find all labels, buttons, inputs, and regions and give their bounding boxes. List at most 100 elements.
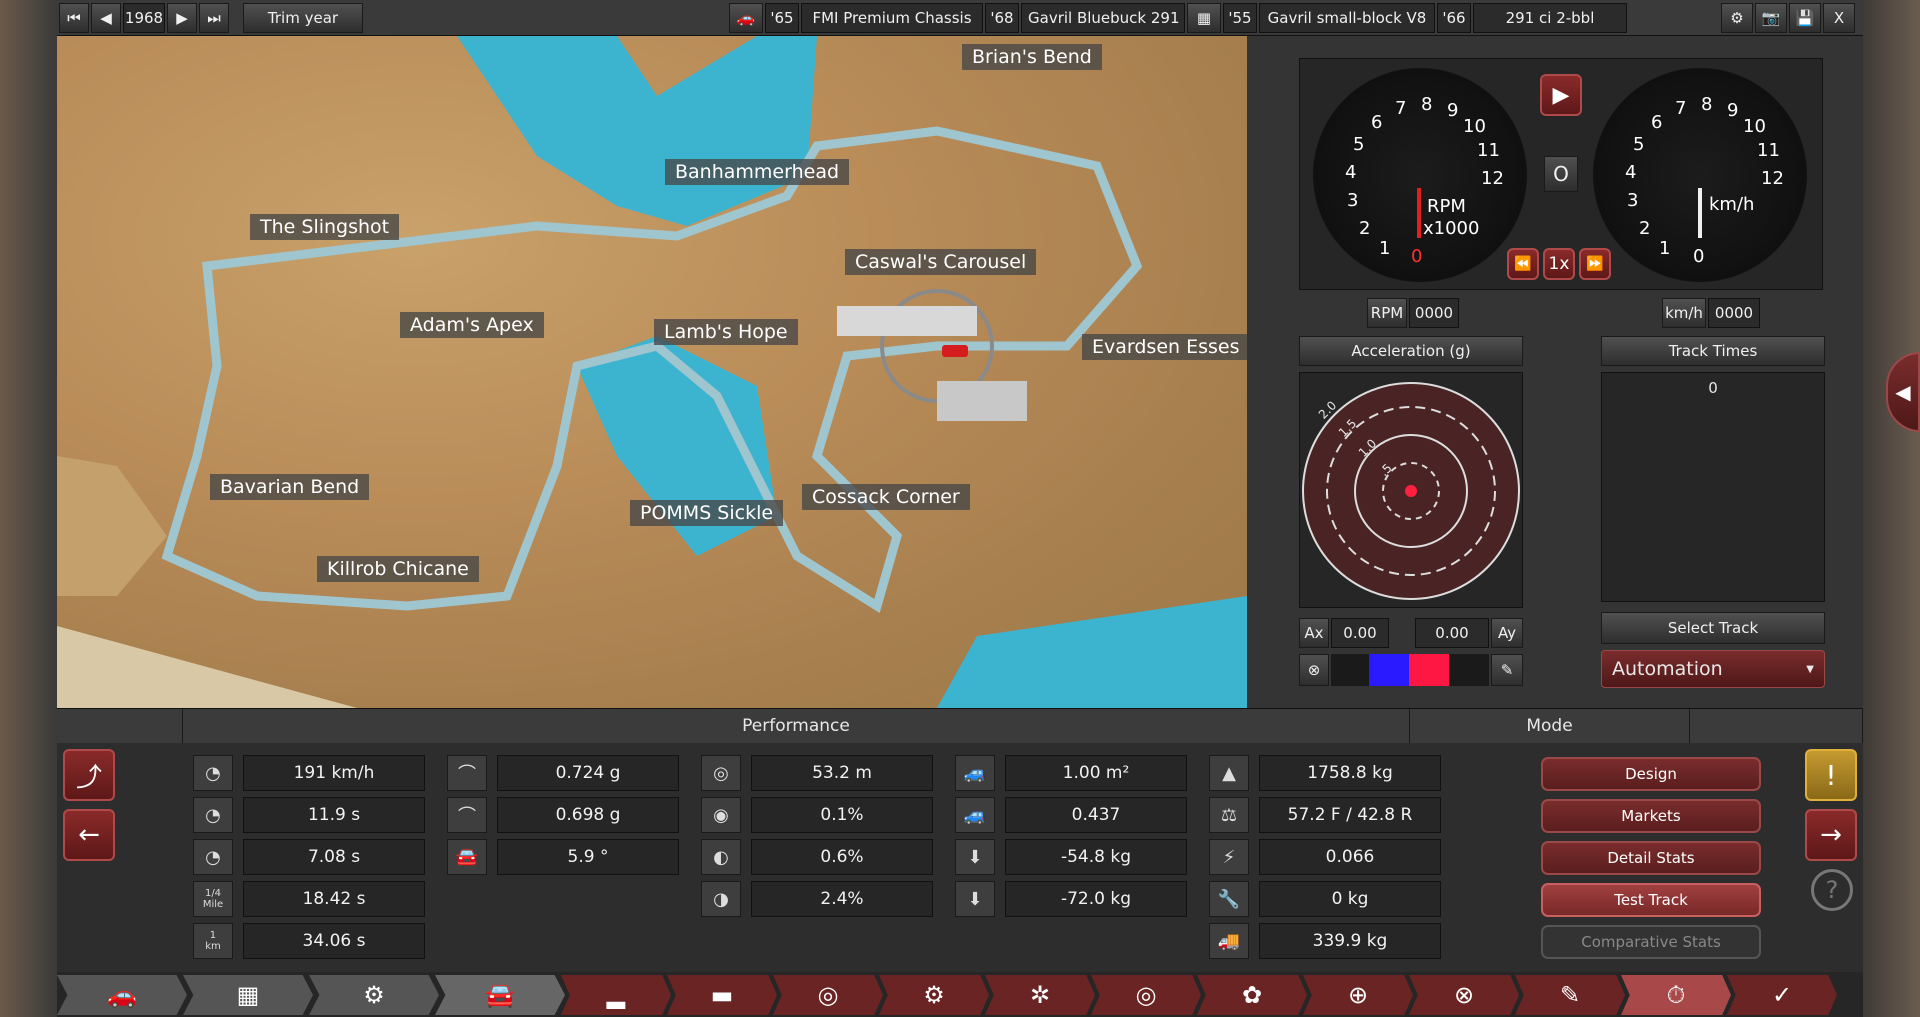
nav-brakes-tab[interactable]: ◎ — [1091, 975, 1201, 1015]
nav-engine-tab[interactable]: ▦ — [183, 975, 313, 1015]
brake-fade-icon: ◉ — [701, 797, 741, 833]
nav-fixtures-tab[interactable]: ▬ — [667, 975, 777, 1015]
acceleration-title: Acceleration (g) — [1299, 336, 1523, 366]
cargo-value: 339.9 kg — [1259, 923, 1441, 959]
last-year-button[interactable]: ⏭ — [199, 3, 229, 33]
nav-car-model-tab[interactable]: 🚗 — [57, 975, 187, 1015]
speed-multiplier[interactable]: 1x — [1543, 248, 1575, 280]
rpm-tick: 9 — [1447, 100, 1459, 121]
top-speed-value: 191 km/h — [243, 755, 425, 791]
back-button[interactable]: ← — [63, 809, 115, 861]
mode-design-button[interactable]: Design — [1541, 757, 1761, 791]
nav-interior-tab[interactable]: ▂ — [561, 975, 671, 1015]
stage-navigation: 🚗 ▦ ⚙ 🚘 ▂ ▬ ◎ ⚙ ✲ ◎ ✿ ⊕ ⊗ ✎ ⏱ ✓ — [57, 972, 1863, 1017]
quarter-mile-icon: 1/4 Mile — [193, 881, 233, 917]
trim-year-button[interactable]: Trim year — [243, 3, 363, 33]
body-year: '68 — [985, 3, 1019, 33]
play-button[interactable]: ▶ — [1540, 74, 1582, 116]
prev-year-button[interactable]: ◀ — [91, 3, 121, 33]
first-year-button[interactable]: ⏮ — [59, 3, 89, 33]
select-track-button[interactable]: Select Track — [1601, 612, 1825, 644]
traction-icon: ✎ — [1491, 654, 1523, 686]
weight-icon: ▲ — [1209, 755, 1249, 791]
nav-test-track-tab[interactable]: ⏱ — [1621, 975, 1731, 1015]
speed-tick: 0 — [1693, 246, 1705, 267]
nav-gearbox-tab[interactable]: ⚙ — [879, 975, 989, 1015]
left-header — [57, 709, 183, 743]
corner-label: Bavarian Bend — [210, 474, 370, 500]
rpm-tick: 4 — [1345, 162, 1357, 183]
rpm-tick: 3 — [1347, 190, 1359, 211]
corner-label: Evardsen Esses — [1082, 334, 1247, 360]
track-map: Brian's Bend Banhammerhead The Slingshot… — [57, 36, 1247, 708]
rpm-tick: 12 — [1481, 168, 1504, 189]
nav-body-tab[interactable]: 🚘 — [435, 975, 565, 1015]
corner-label: Adam's Apex — [400, 312, 544, 338]
track-times-list: 0 — [1601, 372, 1825, 602]
next-button[interactable]: → — [1805, 809, 1857, 861]
nav-aero-tab[interactable]: ✿ — [1197, 975, 1307, 1015]
throttle-bar — [1409, 654, 1449, 686]
rewind-button[interactable]: ⏪ — [1507, 248, 1539, 280]
year-value: 1968 — [123, 3, 165, 33]
engine-icon: ▦ — [1187, 3, 1221, 33]
help-icon[interactable]: ? — [1811, 869, 1853, 911]
cornering-value: 0.724 g — [497, 755, 679, 791]
nav-engine-parts-tab[interactable]: ⚙ — [309, 975, 439, 1015]
warning-button[interactable]: ! — [1805, 749, 1857, 801]
nav-finish-tab[interactable]: ✓ — [1727, 975, 1837, 1015]
braking-icon: ◎ — [701, 755, 741, 791]
top-speed-icon: ◔ — [193, 755, 233, 791]
next-year-button[interactable]: ▶ — [167, 3, 197, 33]
save-icon[interactable]: 💾 — [1789, 3, 1821, 33]
cargo-icon: 🚚 — [1209, 923, 1249, 959]
speed-tick: 7 — [1675, 98, 1687, 119]
nav-tuning-tab[interactable]: ⊗ — [1409, 975, 1519, 1015]
drag-coefficient-value: 0.437 — [1005, 797, 1187, 833]
quarter-mile-value: 18.42 s — [243, 881, 425, 917]
nav-suspension-tab[interactable]: ⊕ — [1303, 975, 1413, 1015]
corner-label: Lamb's Hope — [654, 319, 798, 345]
chassis-name: FMI Premium Chassis — [801, 3, 983, 33]
wheel-spin-value: 0.6% — [751, 839, 933, 875]
chassis-year: '65 — [765, 3, 799, 33]
graph-button[interactable]: ⤴ — [63, 749, 115, 801]
corner-label: Killrob Chicane — [317, 556, 479, 582]
rpm-gauge-label: RPM — [1427, 196, 1466, 217]
wheel-slip-icon: ◑ — [701, 881, 741, 917]
weight-distribution-value: 57.2 F / 42.8 R — [1259, 797, 1441, 833]
body-name: Gavril Bluebuck 291 ci Tu — [1021, 3, 1185, 33]
speed-tick: 11 — [1757, 140, 1780, 161]
fast-forward-button[interactable]: ⏩ — [1579, 248, 1611, 280]
map-terrain — [57, 36, 1247, 708]
nav-wheels-tab[interactable]: ✲ — [985, 975, 1095, 1015]
garage-building — [937, 381, 1027, 421]
wheel-spin-icon: ◐ — [701, 839, 741, 875]
car-marker — [942, 345, 968, 357]
mode-test-track-button[interactable]: Test Track — [1541, 883, 1761, 917]
rpm-tick: 1 — [1379, 238, 1391, 259]
rpm-tick: 7 — [1395, 98, 1407, 119]
variant-name: 291 ci 2-bbl — [1473, 3, 1627, 33]
nav-lights-tab[interactable]: ◎ — [773, 975, 883, 1015]
nav-exhaust-tab[interactable]: ✎ — [1515, 975, 1625, 1015]
ax-value: 0.00 — [1331, 618, 1389, 648]
corner-label: Brian's Bend — [962, 44, 1102, 70]
ay-label: Ay — [1491, 618, 1523, 648]
settings-icon[interactable]: ⚙ — [1721, 3, 1753, 33]
track-dropdown-value: Automation — [1612, 658, 1723, 680]
side-panel-toggle[interactable]: ◀ — [1886, 352, 1920, 432]
water-south — [937, 596, 1247, 708]
mode-detail-stats-button[interactable]: Detail Stats — [1541, 841, 1761, 875]
brake-bar — [1369, 654, 1409, 686]
speed-gauge: 0 1 2 3 4 5 6 7 8 9 10 11 12 km/h — [1593, 68, 1807, 282]
one-km-value: 34.06 s — [243, 923, 425, 959]
right-header — [1690, 709, 1863, 743]
mode-markets-button[interactable]: Markets — [1541, 799, 1761, 833]
cornering-icon: ⌒ — [447, 755, 487, 791]
camera-icon[interactable]: 📷 — [1755, 3, 1787, 33]
close-button[interactable]: X — [1823, 3, 1855, 33]
mode-comparative-stats-button[interactable]: Comparative Stats — [1541, 925, 1761, 959]
body-roll-icon: 🚘 — [447, 839, 487, 875]
track-dropdown[interactable]: Automation ▼ — [1601, 650, 1825, 688]
